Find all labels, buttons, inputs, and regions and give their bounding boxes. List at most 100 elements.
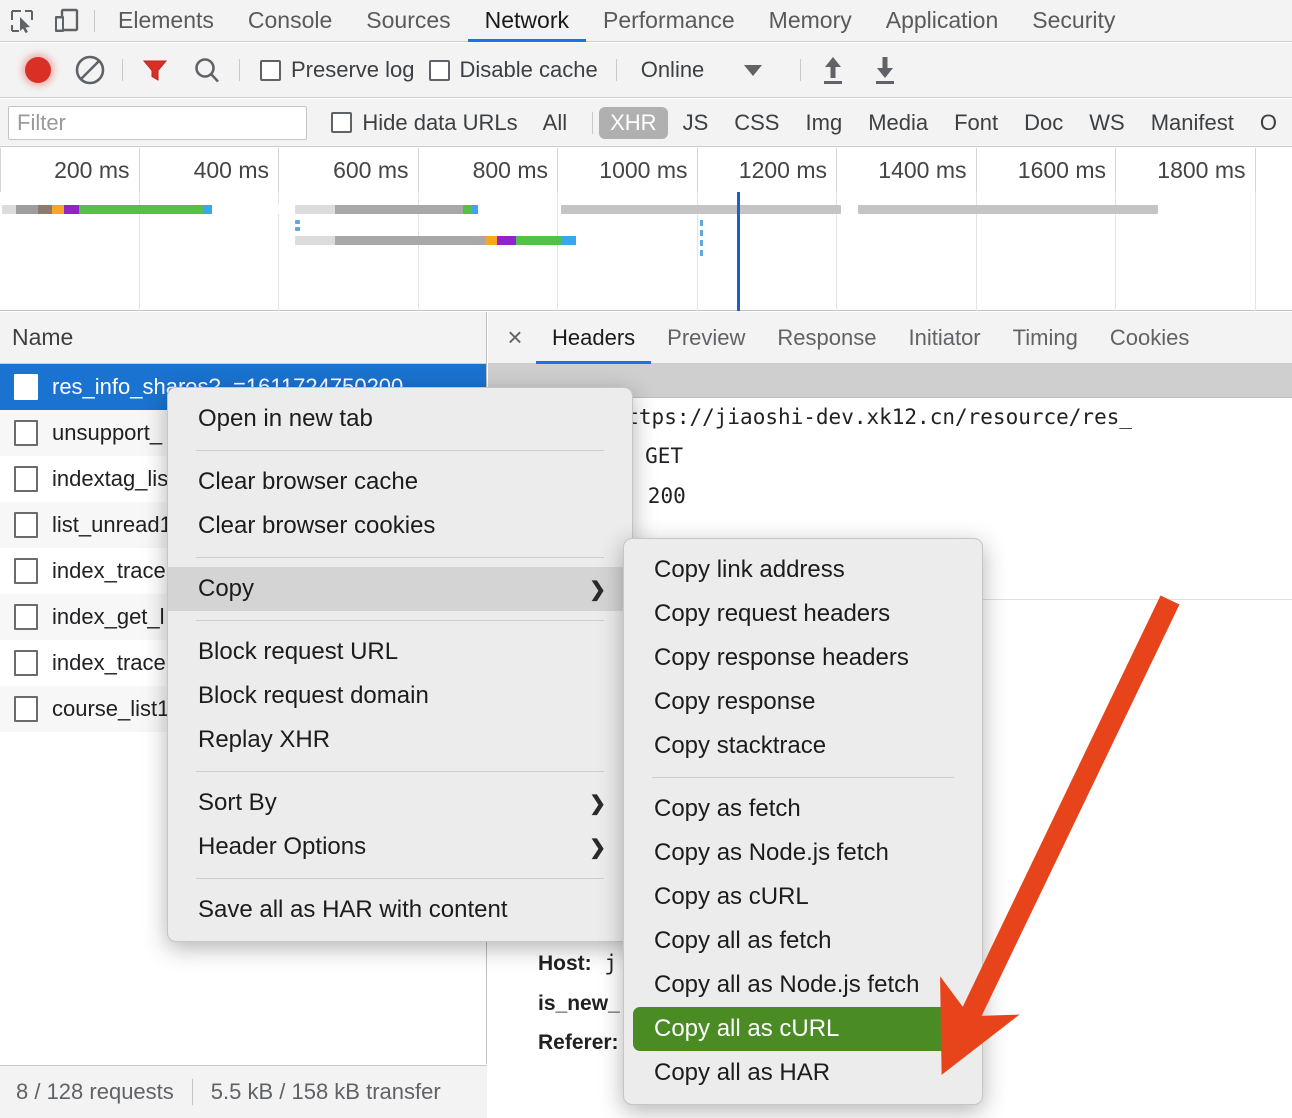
submenu-item-copy-response-headers[interactable]: Copy response headers xyxy=(624,636,982,680)
filter-type-img[interactable]: Img xyxy=(795,107,854,139)
filter-input[interactable]: Filter xyxy=(8,105,308,140)
row-checkbox[interactable] xyxy=(14,650,38,676)
filter-type-font[interactable]: Font xyxy=(943,107,1009,139)
overview-bar-4 xyxy=(561,205,841,214)
filter-icon[interactable] xyxy=(129,43,181,98)
overview-bar-gap xyxy=(261,205,297,214)
search-icon[interactable] xyxy=(181,43,233,98)
toolbar-divider-3 xyxy=(239,59,240,81)
menu-item-copy[interactable]: Copy ❯ xyxy=(168,567,632,611)
row-checkbox[interactable] xyxy=(14,604,38,630)
detail-tab-initiator[interactable]: Initiator xyxy=(892,312,996,364)
hide-data-urls-checkbox[interactable]: Hide data URLs xyxy=(331,110,518,136)
filter-type-media[interactable]: Media xyxy=(857,107,939,139)
inspect-element-icon[interactable] xyxy=(0,0,44,42)
menu-item-label: Clear browser cookies xyxy=(198,512,436,539)
copy-submenu[interactable]: Copy link address Copy request headers Cop… xyxy=(623,538,983,1105)
panel-tab-network[interactable]: Network xyxy=(468,0,586,42)
filter-type-css[interactable]: CSS xyxy=(723,107,790,139)
menu-item-block-request-domain[interactable]: Block request domain xyxy=(168,674,632,718)
panel-tab-memory[interactable]: Memory xyxy=(752,0,869,42)
menu-item-label: Block request URL xyxy=(198,638,399,665)
filter-type-o[interactable]: O xyxy=(1249,107,1288,139)
submenu-item-copy-stacktrace[interactable]: Copy stacktrace xyxy=(624,724,982,768)
filter-type-ws[interactable]: WS xyxy=(1078,107,1135,139)
row-checkbox[interactable] xyxy=(14,512,38,538)
record-button[interactable] xyxy=(12,43,64,98)
submenu-item-copy-all-as-har[interactable]: Copy all as HAR xyxy=(624,1051,982,1095)
disable-cache-checkbox[interactable]: Disable cache xyxy=(428,57,598,83)
detail-tab-timing[interactable]: Timing xyxy=(997,312,1094,364)
menu-item-label: Copy stacktrace xyxy=(654,732,827,759)
menu-item-label: Copy all as fetch xyxy=(654,927,832,954)
menu-item-replay-xhr[interactable]: Replay XHR xyxy=(168,718,632,762)
request-list-header[interactable]: Name xyxy=(0,312,486,364)
menu-item-clear-browser-cookies[interactable]: Clear browser cookies xyxy=(168,504,632,548)
menu-item-save-all-as-har-with-content[interactable]: Save all as HAR with content xyxy=(168,888,632,932)
submenu-item-copy-all-as-fetch[interactable]: Copy all as fetch xyxy=(624,919,982,963)
throttling-select-value[interactable]: Online xyxy=(641,57,705,83)
overview-bar-2 xyxy=(295,205,478,214)
submenu-item-copy-link-address[interactable]: Copy link address xyxy=(624,548,982,592)
menu-item-open-in-new-tab[interactable]: Open in new tab xyxy=(168,397,632,441)
chevron-down-icon[interactable] xyxy=(744,64,763,76)
request-name: indextag_lis xyxy=(52,466,169,491)
import-har-icon[interactable] xyxy=(807,43,859,98)
filter-type-xhr[interactable]: XHR xyxy=(599,106,668,139)
detail-tab-preview[interactable]: Preview xyxy=(651,312,761,364)
network-filter-bar: Filter Hide data URLs All XHR JS CSS Img Medi… xyxy=(0,99,1292,147)
menu-item-header-options[interactable]: Header Options ❯ xyxy=(168,825,632,869)
filter-type-all[interactable]: All xyxy=(532,107,578,139)
detail-tab-headers[interactable]: Headers xyxy=(536,312,651,364)
row-checkbox[interactable] xyxy=(14,374,38,400)
panel-tab-security[interactable]: Security xyxy=(1015,0,1132,42)
submenu-item-copy-all-as-curl[interactable]: Copy all as cURL xyxy=(633,1007,973,1051)
preserve-log-box[interactable] xyxy=(260,59,281,81)
submenu-item-copy-as-curl[interactable]: Copy as cURL xyxy=(624,875,982,919)
request-name: list_unread1 xyxy=(52,512,172,537)
close-icon[interactable]: × xyxy=(494,312,536,364)
overview-bar-3 xyxy=(295,236,576,245)
menu-item-label: Copy request headers xyxy=(654,600,891,627)
submenu-item-copy-all-as-node-js-fetch[interactable]: Copy all as Node.js fetch xyxy=(624,963,982,1007)
menu-item-clear-browser-cache[interactable]: Clear browser cache xyxy=(168,460,632,504)
clear-button[interactable] xyxy=(64,43,116,98)
device-toolbar-icon[interactable] xyxy=(44,0,88,42)
context-menu[interactable]: Open in new tab Clear browser cache Clear … xyxy=(167,387,633,942)
overview-bar-1 xyxy=(2,205,212,214)
submenu-item-copy-response[interactable]: Copy response xyxy=(624,680,982,724)
row-checkbox[interactable] xyxy=(14,466,38,492)
detail-tab-response[interactable]: Response xyxy=(761,312,892,364)
export-har-icon[interactable] xyxy=(859,43,911,98)
request-name: index_trace xyxy=(52,558,166,583)
preserve-log-label: Preserve log xyxy=(291,57,415,82)
submenu-item-copy-request-headers[interactable]: Copy request headers xyxy=(624,592,982,636)
menu-separator xyxy=(652,777,954,778)
panel-tab-performance[interactable]: Performance xyxy=(586,0,752,42)
menu-item-label: Copy as cURL xyxy=(654,883,809,910)
filter-type-js[interactable]: JS xyxy=(672,107,720,139)
panel-tab-application[interactable]: Application xyxy=(869,0,1016,42)
submenu-item-copy-as-node-js-fetch[interactable]: Copy as Node.js fetch xyxy=(624,831,982,875)
hide-data-urls-box[interactable] xyxy=(331,112,353,133)
row-checkbox[interactable] xyxy=(14,558,38,584)
panel-tab-sources[interactable]: Sources xyxy=(349,0,467,42)
detail-tabbar: × Headers Preview Response Initiator Timing C… xyxy=(488,312,1292,364)
disable-cache-box[interactable] xyxy=(428,59,450,81)
row-checkbox[interactable] xyxy=(14,696,38,722)
detail-tab-cookies[interactable]: Cookies xyxy=(1094,312,1205,364)
menu-item-label: Copy as fetch xyxy=(654,795,801,822)
row-checkbox[interactable] xyxy=(14,420,38,446)
filter-type-manifest[interactable]: Manifest xyxy=(1140,107,1245,139)
panel-tab-elements[interactable]: Elements xyxy=(101,0,231,42)
menu-item-label: Copy link address xyxy=(654,556,845,583)
filter-type-doc[interactable]: Doc xyxy=(1013,107,1074,139)
menu-item-label: Clear browser cache xyxy=(198,468,419,495)
menu-item-block-request-url[interactable]: Block request URL xyxy=(168,630,632,674)
network-overview[interactable]: 200 ms 400 ms 600 ms 800 ms 1000 ms 1200 ms 14… xyxy=(0,148,1292,311)
menu-item-label: Copy all as Node.js fetch xyxy=(654,971,920,998)
preserve-log-checkbox[interactable]: Preserve log xyxy=(260,57,415,83)
panel-tab-console[interactable]: Console xyxy=(231,0,349,42)
submenu-item-copy-as-fetch[interactable]: Copy as fetch xyxy=(624,787,982,831)
menu-item-sort-by[interactable]: Sort By ❯ xyxy=(168,781,632,825)
